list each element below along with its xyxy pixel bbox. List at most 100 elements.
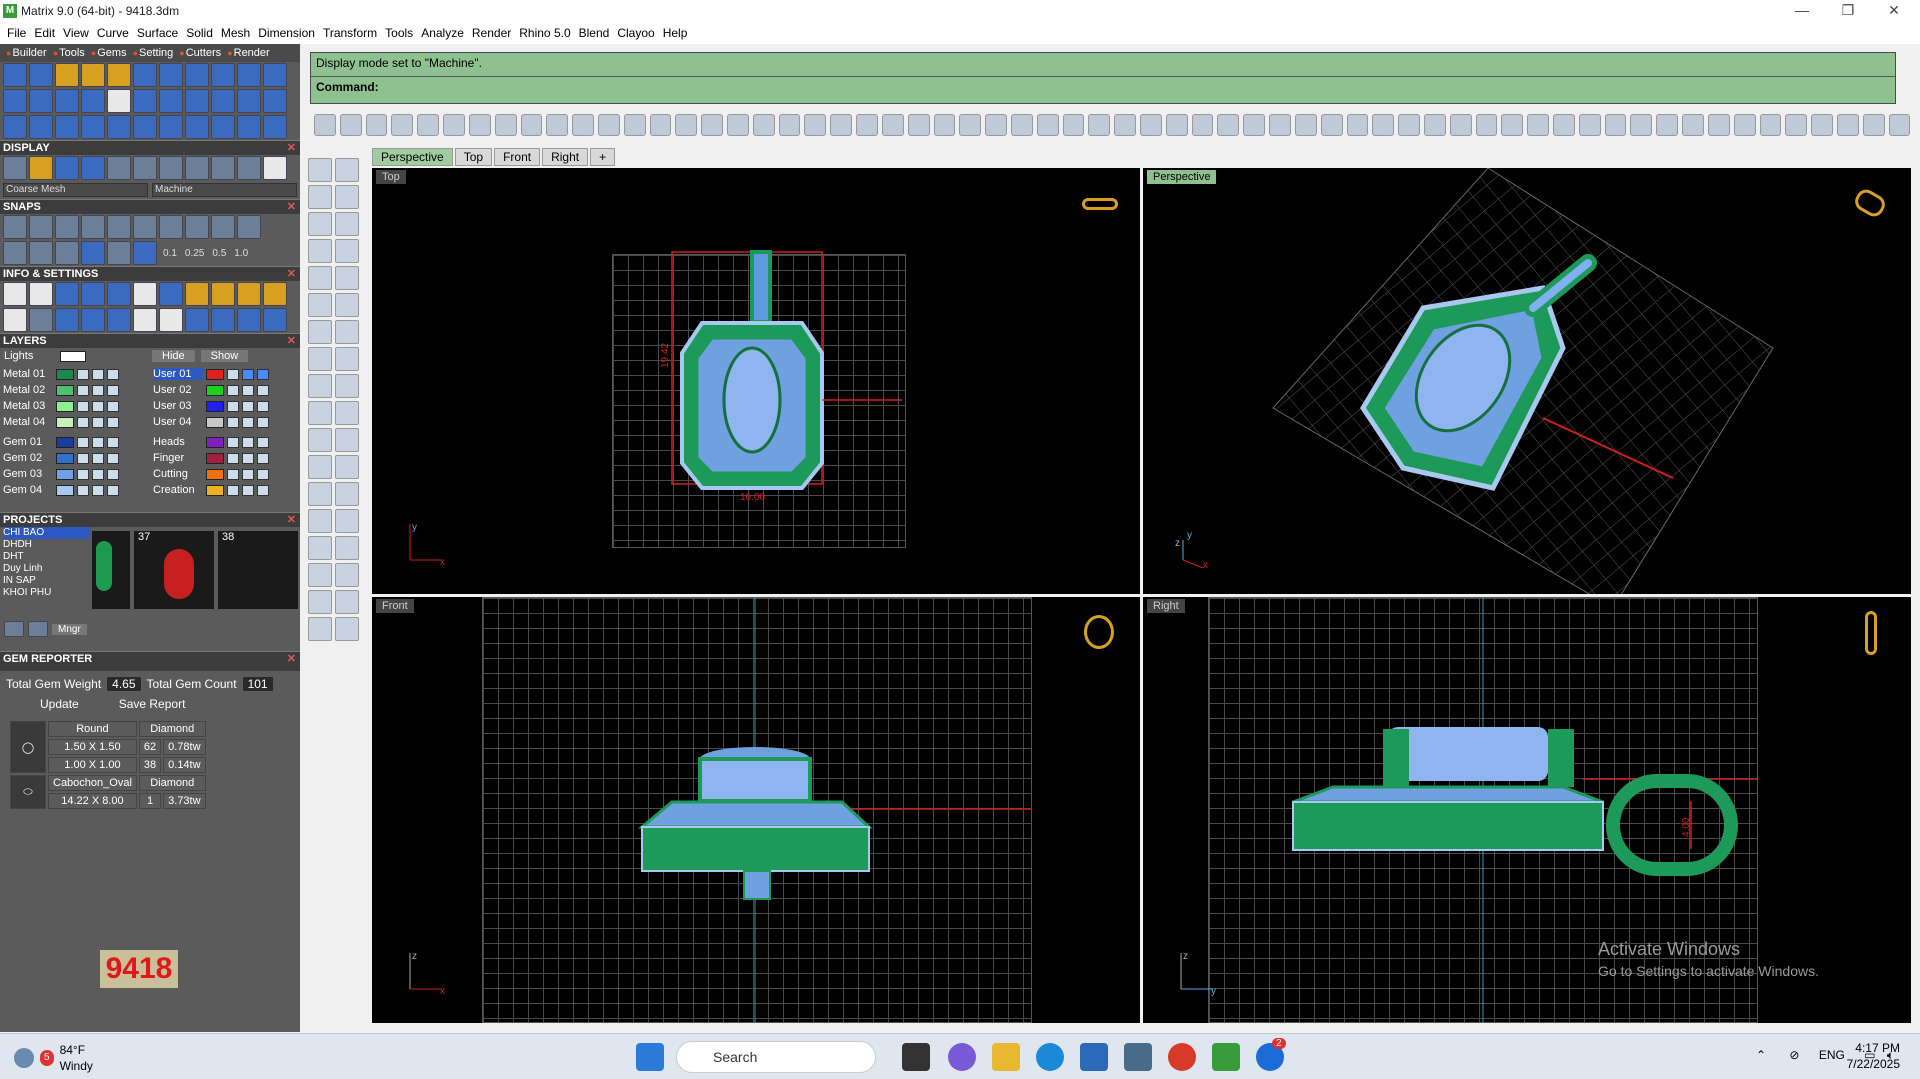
boolean-icon[interactable] [308, 401, 332, 425]
tool-icon[interactable] [1656, 114, 1679, 136]
tool-icon[interactable] [335, 563, 359, 587]
snap-icon[interactable] [107, 215, 131, 239]
tool-icon[interactable] [308, 617, 332, 641]
menu-tools[interactable]: Tools [385, 26, 413, 40]
layer-color-swatch[interactable] [206, 416, 224, 428]
layer-color-swatch[interactable] [56, 368, 74, 380]
viewport-top[interactable]: Top 19.42 16.00 yx [372, 168, 1140, 594]
layer-visible-icon[interactable] [92, 484, 104, 496]
layer-row[interactable]: User 02 [153, 382, 303, 398]
display-mode-icon[interactable] [55, 156, 79, 180]
show-button[interactable]: Show [200, 350, 249, 362]
layer-lock-icon[interactable] [77, 484, 89, 496]
layer-row[interactable]: Gem 02 [3, 450, 153, 466]
surface-icon[interactable] [308, 293, 332, 317]
snap-icon[interactable] [133, 215, 157, 239]
sphere-icon[interactable] [335, 320, 359, 344]
transform-icon[interactable] [308, 509, 332, 533]
mode-select[interactable]: Machine [152, 183, 297, 197]
menu-file[interactable]: File [7, 26, 26, 40]
layer-visible-icon[interactable] [92, 400, 104, 412]
save-report-button[interactable]: Save Report [119, 697, 186, 711]
close-icon[interactable]: ✕ [287, 267, 296, 282]
layer-row[interactable]: Metal 03 [3, 398, 153, 414]
layer-visible-icon[interactable] [92, 452, 104, 464]
info-icon[interactable] [159, 308, 183, 332]
layer-color-swatch[interactable] [56, 400, 74, 412]
tool-icon[interactable] [1527, 114, 1549, 136]
tool-icon[interactable] [1036, 114, 1059, 136]
menu-render[interactable]: Render [472, 26, 511, 40]
analyze-icon[interactable] [308, 455, 332, 479]
layer-color-swatch[interactable] [206, 368, 224, 380]
tool-icon[interactable] [107, 89, 131, 113]
close-icon[interactable]: ✕ [287, 513, 296, 528]
layer-visible-icon[interactable] [242, 468, 254, 480]
snap-icon[interactable] [237, 215, 261, 239]
layer-select-icon[interactable] [107, 484, 119, 496]
tool-icon[interactable] [1862, 114, 1885, 136]
layer-color-swatch[interactable] [206, 384, 224, 396]
help-icon[interactable] [1114, 114, 1136, 136]
display-mode-icon[interactable] [263, 156, 287, 180]
tab-cutters[interactable]: Cutters [179, 47, 221, 59]
pan-icon[interactable] [546, 114, 569, 136]
tool-icon[interactable] [107, 63, 131, 87]
network-icon[interactable]: ⊘ [1789, 1048, 1799, 1062]
project-item[interactable]: DHDH [3, 539, 90, 551]
tool-icon[interactable] [55, 89, 79, 113]
project-item[interactable]: IN SAP [3, 575, 90, 587]
info-icon[interactable] [185, 308, 209, 332]
snap-icon[interactable] [81, 215, 105, 239]
info-icon[interactable] [3, 308, 27, 332]
display-mode-icon[interactable] [237, 156, 261, 180]
start-icon[interactable] [636, 1043, 664, 1071]
save-icon[interactable] [365, 114, 388, 136]
layer-select-icon[interactable] [107, 436, 119, 448]
tool-icon[interactable] [1836, 114, 1859, 136]
tab-front[interactable]: Front [494, 148, 541, 166]
sphere-icon[interactable] [1010, 114, 1033, 136]
info-icon[interactable] [263, 308, 287, 332]
line-icon[interactable] [308, 185, 332, 209]
tool-icon[interactable] [1475, 114, 1498, 136]
tool-icon[interactable] [778, 114, 801, 136]
copilot-icon[interactable] [948, 1043, 976, 1071]
viewport-perspective[interactable]: Perspective yzx [1143, 168, 1911, 594]
tool-icon[interactable] [185, 89, 209, 113]
tool-icon[interactable] [1759, 114, 1782, 136]
tool-icon[interactable] [3, 89, 27, 113]
close-icon[interactable]: ✕ [287, 200, 296, 215]
layer-row[interactable]: Cutting [153, 466, 303, 482]
layer-color-swatch[interactable] [206, 436, 224, 448]
mesh-select[interactable]: Coarse Mesh [3, 183, 148, 197]
menu-edit[interactable]: Edit [34, 26, 55, 40]
info-icon[interactable] [263, 282, 287, 306]
color-wheel-icon[interactable] [933, 114, 956, 136]
tab-tools[interactable]: Tools [53, 47, 85, 59]
info-icon[interactable] [81, 308, 105, 332]
project-item[interactable]: Duy Linh [3, 563, 90, 575]
layer-select-icon[interactable] [257, 384, 269, 396]
layer-visible-icon[interactable] [242, 400, 254, 412]
import-icon[interactable] [417, 114, 440, 136]
display-mode-icon[interactable] [185, 156, 209, 180]
project-item[interactable]: DHT [3, 551, 90, 563]
light-icon[interactable] [856, 114, 878, 136]
tool-icon[interactable] [211, 63, 235, 87]
zoom-icon[interactable] [597, 114, 620, 136]
snap-icon[interactable] [159, 215, 183, 239]
minimize-button[interactable]: — [1780, 0, 1824, 22]
tool-icon[interactable] [1088, 114, 1111, 136]
tool-icon[interactable] [263, 89, 287, 113]
layer-lock-icon[interactable] [77, 368, 89, 380]
select-icon[interactable] [308, 158, 332, 182]
point-icon[interactable] [335, 158, 359, 182]
maximize-button[interactable]: ❐ [1826, 0, 1870, 22]
project-item[interactable]: CHI BAO [3, 527, 90, 539]
tool-icon[interactable] [1294, 114, 1317, 136]
dimension-icon[interactable] [335, 482, 359, 506]
tool-icon[interactable] [133, 115, 157, 139]
tool-icon[interactable] [1501, 114, 1524, 136]
tool-icon[interactable] [1398, 114, 1420, 136]
